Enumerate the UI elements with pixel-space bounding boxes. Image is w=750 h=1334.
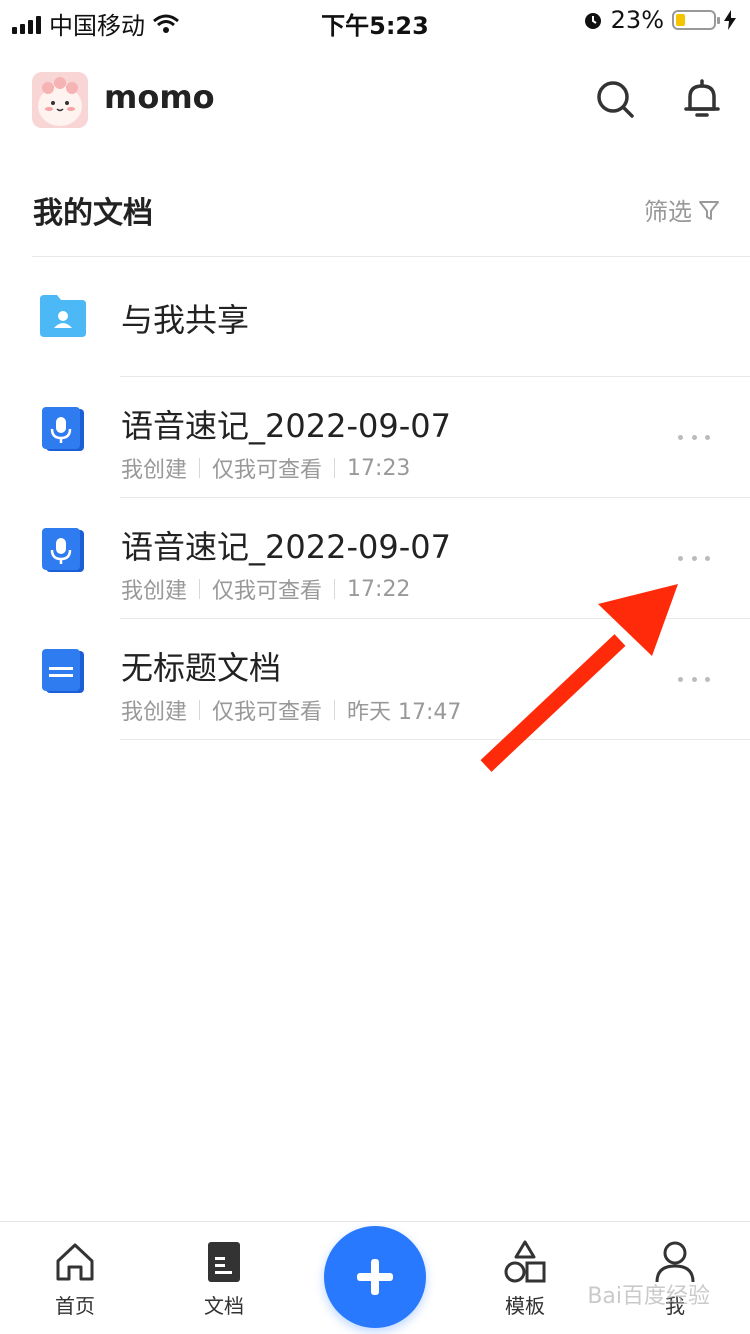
item-title: 语音速记_2022-09-07 [121, 528, 451, 566]
item-time: 17:23 [347, 455, 411, 481]
item-time: 17:22 [347, 576, 411, 602]
battery-percent: 23% [610, 6, 664, 34]
voice-note-icon [42, 407, 84, 451]
item-title: 与我共享 [121, 301, 250, 339]
list-item-doc[interactable]: 语音速记_2022-09-07 我创建 仅我可查看 17:23 [0, 377, 750, 498]
home-icon [56, 1243, 94, 1281]
bell-icon [684, 79, 720, 117]
search-button[interactable] [594, 78, 638, 122]
item-title: 语音速记_2022-09-07 [121, 407, 451, 445]
document-icon [42, 649, 84, 693]
item-meta: 我创建 仅我可查看 17:22 [121, 573, 410, 605]
item-creator: 我创建 [121, 700, 188, 725]
tab-docs[interactable]: 文档 [174, 1222, 274, 1334]
search-icon [597, 81, 634, 118]
docs-icon [208, 1242, 240, 1282]
voice-note-icon [42, 528, 84, 572]
charging-icon [724, 10, 736, 30]
list-item-shared[interactable]: 与我共享 [0, 257, 750, 377]
plus-icon [357, 1259, 393, 1295]
item-meta: 我创建 仅我可查看 17:23 [121, 452, 410, 484]
item-title: 无标题文档 [121, 649, 282, 687]
filter-label: 筛选 [644, 198, 692, 226]
tab-templates[interactable]: 模板 [475, 1222, 575, 1334]
annotation-arrow-icon [480, 584, 678, 772]
battery-icon [672, 10, 720, 30]
item-time: 昨天 17:47 [347, 700, 462, 725]
alarm-icon [584, 13, 601, 29]
more-button[interactable] [678, 432, 710, 442]
shapes-icon [504, 1240, 546, 1283]
item-creator: 我创建 [121, 458, 188, 483]
status-bar: 中国移动 下午5:23 23% [0, 0, 750, 40]
section-title: 我的文档 [33, 196, 153, 231]
more-button[interactable] [678, 553, 710, 563]
filter-icon [699, 200, 719, 220]
item-permission: 仅我可查看 [212, 458, 323, 483]
shared-folder-icon [40, 295, 86, 337]
notifications-button[interactable] [680, 78, 724, 122]
filter-button[interactable]: 筛选 [644, 192, 720, 227]
watermark: Bai百度经验 [587, 1284, 710, 1309]
item-creator: 我创建 [121, 579, 188, 604]
item-permission: 仅我可查看 [212, 579, 323, 604]
item-meta: 我创建 仅我可查看 昨天 17:47 [121, 694, 461, 726]
item-permission: 仅我可查看 [212, 700, 323, 725]
tab-label: 首页 [55, 1294, 95, 1318]
tab-home[interactable]: 首页 [25, 1222, 125, 1334]
header: momo [0, 62, 750, 142]
tab-label: 模板 [505, 1294, 545, 1318]
avatar[interactable] [32, 72, 88, 128]
tab-label: 文档 [204, 1294, 244, 1318]
username: momo [104, 78, 215, 116]
create-button[interactable] [324, 1226, 426, 1328]
